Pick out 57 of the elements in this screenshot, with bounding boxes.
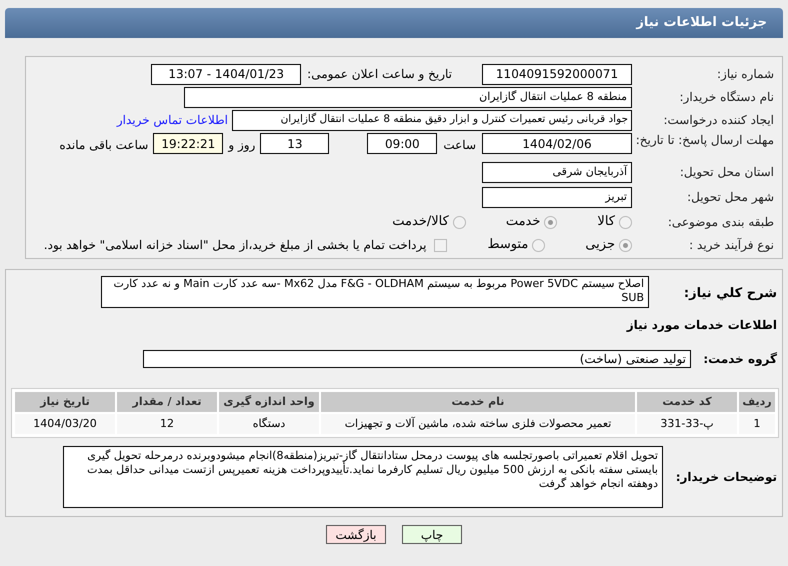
column-header: تعداد / مقدار bbox=[117, 392, 217, 412]
table-cell: دستگاه bbox=[219, 414, 319, 434]
radio-label: کالا/خدمت bbox=[392, 213, 449, 232]
field-label: نام دستگاه خریدار: bbox=[678, 90, 775, 104]
notes-textarea[interactable]: تحویل اقلام تعمیراتی باصورتجلسه های پیوست درمحل ستادانتقال گاز-تبریز(منطقه8)انجام میشودوبرنده درمرحله تحویل گیری بایستی سفته بانکی به ارزش 500 میلیون ریال تسلیم کارفرما نماید.تأییدوپرداخت هزینه تعمیرپس ازتست میدانی حداقل بمدت دوهفته انجام خواهد گرفت bbox=[63, 446, 663, 508]
print-button[interactable]: چاپ bbox=[402, 525, 462, 544]
value-field: 1404/02/06 bbox=[482, 133, 632, 154]
section-title: اطلاعات خدمات مورد نیاز bbox=[625, 317, 778, 334]
field-label: ساعت bbox=[443, 137, 476, 154]
service-group-field: تولید صنعتی (ساخت) bbox=[143, 350, 691, 368]
column-header: واحد اندازه گیری bbox=[219, 392, 319, 412]
value-field: منطقه 8 عملیات انتقال گازایران bbox=[184, 86, 632, 108]
back-button[interactable]: بازگشت bbox=[326, 525, 386, 544]
field-label: ایجاد کننده درخواست: bbox=[662, 113, 775, 127]
radio-button[interactable] bbox=[532, 238, 546, 252]
column-header: کد خدمت bbox=[637, 392, 737, 412]
radio-button[interactable] bbox=[452, 216, 466, 228]
table-cell: 12 bbox=[117, 414, 217, 434]
column-header: ردیف bbox=[739, 392, 775, 412]
field-label: مهلت ارسال پاسخ: تا تاریخ: bbox=[634, 133, 775, 147]
value-field: آذربایجان شرقی bbox=[482, 162, 632, 182]
summary-textarea[interactable]: اصلاح سیستم Power 5VDC مربوط به سیستم F&G - OLDHAM مدل Mx62 -سه عدد کارت Main و نه عدد کارت SUB bbox=[101, 276, 649, 308]
field-label: نوع فرآیند خرید : bbox=[688, 238, 775, 252]
radio-label: کالا bbox=[597, 213, 615, 232]
value-field: 1104091592000071 bbox=[482, 64, 632, 84]
value-field: 09:00 bbox=[367, 133, 438, 154]
field-label: استان محل تحویل: bbox=[678, 165, 775, 179]
field-label: روز و bbox=[228, 137, 256, 154]
radio-label: خدمت bbox=[506, 213, 540, 232]
radio-label: جزیی bbox=[585, 236, 615, 254]
field-label: طبقه بندی موضوعی: bbox=[666, 215, 775, 229]
radio-button[interactable] bbox=[544, 216, 558, 228]
field-label: تاریخ و ساعت اعلان عمومی: bbox=[307, 66, 452, 83]
radio-button[interactable] bbox=[619, 238, 632, 252]
checkbox[interactable] bbox=[434, 238, 448, 252]
page-title: جزئیات اطلاعات نیاز bbox=[636, 14, 767, 32]
field-label: شرح كلي نياز: bbox=[682, 285, 778, 303]
field-label: شماره نیاز: bbox=[716, 67, 775, 81]
table-cell: تعمیر محصولات فلزی ساخته شده، ماشین آلات و تجهیزات bbox=[321, 414, 635, 434]
value-field: 13 bbox=[260, 133, 330, 154]
field-label: شهر محل تحویل: bbox=[686, 190, 775, 204]
table-cell: 1 bbox=[739, 414, 775, 434]
value-field: 1404/01/23 - 13:07 bbox=[151, 64, 302, 84]
value-field: تبریز bbox=[482, 186, 632, 208]
field-label: ساعت باقی مانده bbox=[59, 137, 148, 154]
radio-button[interactable] bbox=[619, 216, 632, 228]
buyer-contact-link[interactable]: اطلاعات تماس خریدار bbox=[116, 111, 228, 129]
field-label: توضیحات خریدار: bbox=[674, 469, 778, 486]
value-field: 19:22:21 bbox=[153, 133, 224, 154]
value-field: جواد قربانی رئیس تعمیرات کنترل و ابزار دقیق منطقه 8 عملیات انتقال گازایران bbox=[232, 110, 632, 130]
radio-label: متوسط bbox=[487, 236, 528, 254]
field-label: گروه خدمت: bbox=[702, 351, 778, 368]
table-cell: پ-33-331 bbox=[637, 414, 737, 434]
column-header: تاریخ نیاز bbox=[15, 392, 115, 412]
table-cell: 1404/03/20 bbox=[15, 414, 115, 434]
column-header: نام خدمت bbox=[321, 392, 635, 412]
payment-note: پرداخت تمام یا بخشی از مبلغ خرید،از محل "اسناد خزانه اسلامی" خواهد بود. bbox=[44, 237, 426, 254]
